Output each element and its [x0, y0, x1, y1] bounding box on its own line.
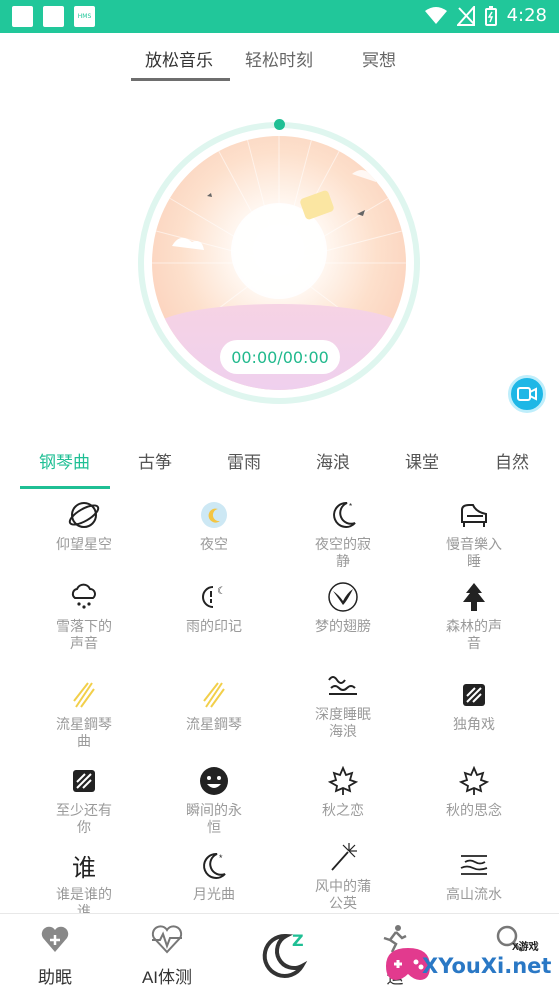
tab-meditation[interactable]: 冥想 — [362, 46, 396, 71]
maple-leaf-icon — [326, 764, 360, 798]
svg-text:☾: ☾ — [217, 586, 226, 597]
wifi-icon — [424, 6, 447, 24]
wave-icon — [326, 668, 360, 702]
track-item[interactable]: 独角戏 — [404, 678, 544, 733]
track-item[interactable]: * 夜空的寂静 — [273, 498, 413, 570]
tab-indicator — [131, 78, 230, 81]
planet-icon — [67, 498, 101, 532]
battery-icon — [484, 5, 497, 26]
dandelion-icon — [326, 840, 360, 874]
snow-cloud-icon — [67, 580, 101, 614]
signal-icon — [456, 5, 475, 26]
track-item[interactable]: 瞬间的永恒 — [144, 764, 284, 836]
category-tab-nature[interactable]: 自然 — [495, 448, 529, 473]
watermark-sub: X游戏 — [512, 942, 539, 953]
meteor-icon — [67, 678, 101, 712]
video-button[interactable] — [508, 375, 546, 413]
tree-icon — [457, 580, 491, 614]
nav-sleep[interactable]: Z — [232, 928, 332, 985]
category-indicator — [20, 486, 110, 489]
track-item[interactable]: 流星鋼琴 — [144, 678, 284, 733]
category-tab-guzheng[interactable]: 古筝 — [138, 448, 172, 473]
hms-icon: HMS — [74, 6, 95, 27]
maple-leaf-icon — [457, 764, 491, 798]
category-tab-piano[interactable]: 钢琴曲 — [39, 448, 90, 473]
tab-relax-moment[interactable]: 轻松时刻 — [245, 46, 313, 71]
svg-text:Z: Z — [292, 931, 304, 950]
category-tab-thunderstorm[interactable]: 雷雨 — [227, 448, 261, 473]
player-circle[interactable]: 00:00/00:00 — [138, 119, 420, 404]
smiley-icon — [197, 764, 231, 798]
category-tab-waves[interactable]: 海浪 — [316, 448, 350, 473]
striped-square-icon — [457, 678, 491, 712]
notification-icon — [12, 6, 33, 27]
rain-moon-icon: ☾ — [197, 580, 231, 614]
track-item[interactable]: 秋的思念 — [404, 764, 544, 819]
track-item[interactable]: 慢音樂入睡 — [404, 498, 544, 570]
bird-icon — [326, 580, 360, 614]
track-item[interactable]: 秋之恋 — [273, 764, 413, 819]
track-item[interactable]: 谁 谁是谁的谁 — [14, 848, 154, 920]
progress-knob[interactable] — [274, 119, 285, 130]
night-sky-icon — [197, 498, 231, 532]
track-item[interactable]: 仰望星空 — [14, 498, 154, 553]
striped-square-icon — [67, 764, 101, 798]
piano-icon — [457, 498, 491, 532]
track-item[interactable]: 梦的翅膀 — [273, 580, 413, 635]
nav-ai-test[interactable]: AI体测 — [117, 924, 217, 988]
category-tab-classroom[interactable]: 课堂 — [405, 448, 439, 473]
notification-icon — [43, 6, 64, 27]
nav-sleep-aid[interactable]: 助眠 — [5, 924, 105, 988]
heartbeat-icon — [151, 925, 183, 954]
moon-stars-icon: * — [326, 498, 360, 532]
svg-text:*: * — [349, 502, 352, 511]
character-icon: 谁 — [72, 853, 96, 882]
track-item[interactable]: 风中的蒲公英 — [273, 840, 413, 912]
track-item[interactable]: 至少还有你 — [14, 764, 154, 836]
crescent-moon-icon: * — [197, 848, 231, 882]
track-item[interactable]: 流星鋼琴曲 — [14, 678, 154, 750]
watermark: X游戏 XYouXi.net — [380, 918, 559, 994]
track-item[interactable]: 雪落下的声音 — [14, 580, 154, 652]
tab-relax-music[interactable]: 放松音乐 — [145, 46, 213, 71]
top-tabs: 放松音乐 轻松时刻 冥想 — [0, 40, 559, 84]
clock: 4:28 — [506, 5, 547, 26]
sleep-moon-icon: Z — [262, 931, 308, 978]
track-item[interactable]: ☾ 雨的印记 — [144, 580, 284, 635]
track-item[interactable]: 森林的声音 — [404, 580, 544, 652]
playback-time: 00:00/00:00 — [220, 340, 340, 374]
video-camera-icon — [517, 387, 537, 401]
meteor-icon — [197, 678, 231, 712]
track-item[interactable]: * 月光曲 — [144, 848, 284, 903]
watermark-text: XYouXi.net — [422, 954, 552, 978]
status-bar: HMS 4:28 — [0, 0, 559, 33]
track-item[interactable]: 高山流水 — [404, 848, 544, 903]
heart-plus-icon — [41, 926, 69, 952]
track-item[interactable]: 深度睡眠海浪 — [273, 668, 413, 740]
track-item[interactable]: 夜空 — [144, 498, 284, 553]
svg-text:*: * — [219, 853, 223, 863]
category-tabs: 钢琴曲 古筝 雷雨 海浪 课堂 自然 — [0, 440, 559, 490]
mountain-water-icon — [457, 848, 491, 882]
